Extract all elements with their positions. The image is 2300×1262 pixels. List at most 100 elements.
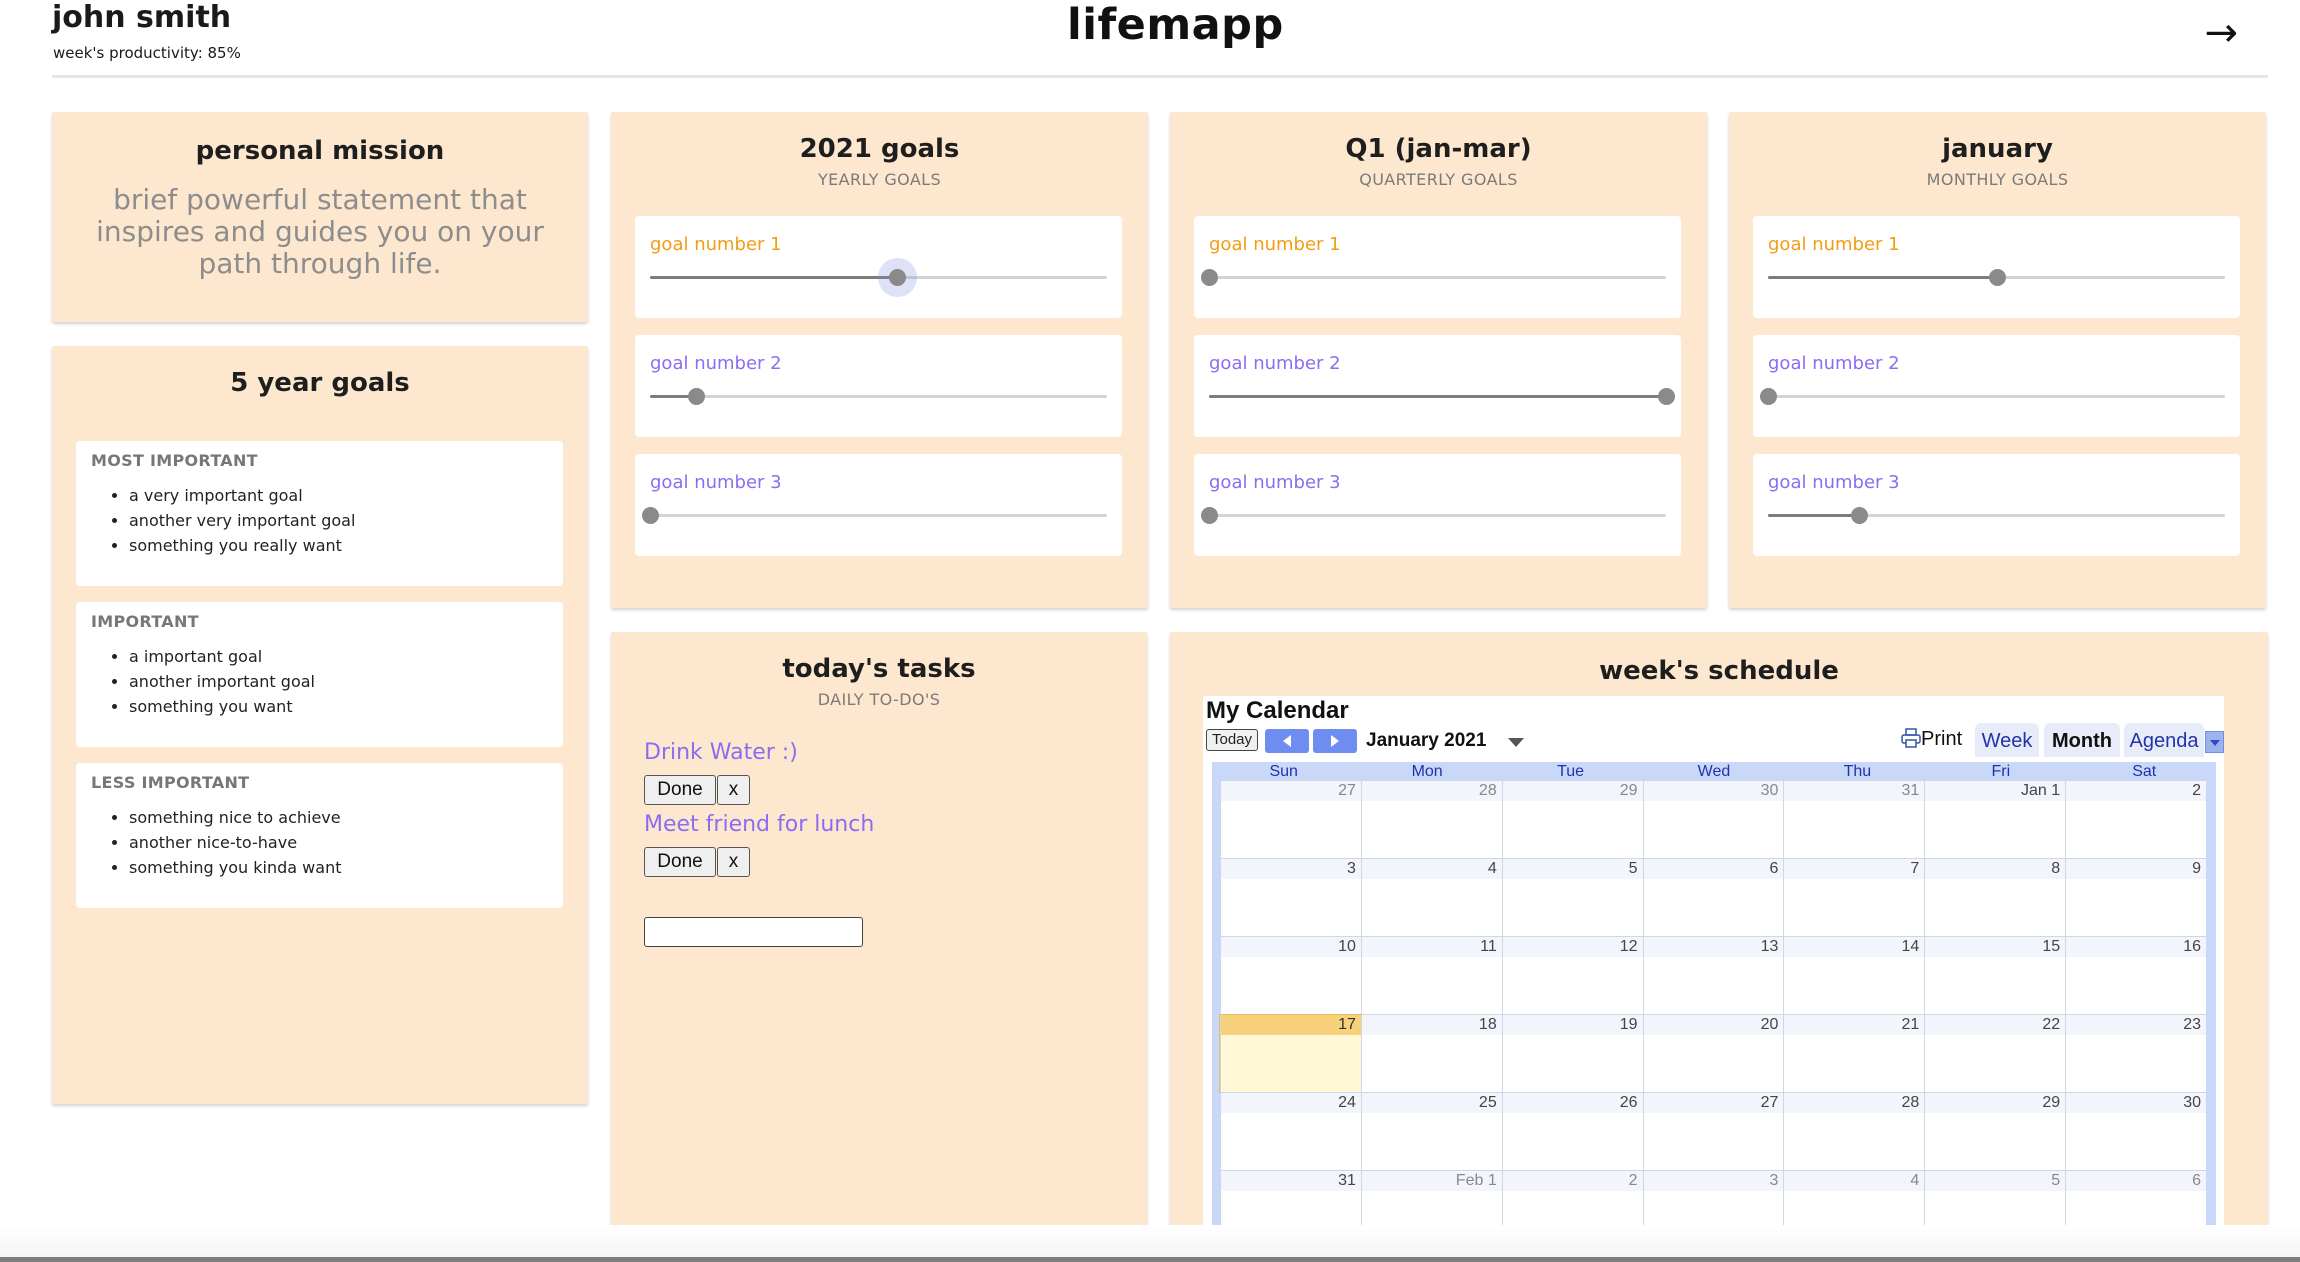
calendar-day-cell[interactable]: 20 xyxy=(1642,1015,1784,1092)
weekday-header-row: Sun Mon Tue Wed Thu Fri Sat xyxy=(1212,762,2216,780)
calendar-day-cell[interactable]: 8 xyxy=(1924,859,2066,936)
calendar-day-cell[interactable]: 27 xyxy=(1220,781,1361,858)
section-heading: LESS IMPORTANT xyxy=(91,773,250,792)
section-heading: IMPORTANT xyxy=(91,612,199,631)
list-item[interactable]: another nice-to-have xyxy=(129,833,548,852)
personal-mission-text[interactable]: brief powerful statement that inspires a… xyxy=(52,184,588,280)
goal-progress-slider[interactable] xyxy=(1201,507,1666,524)
goal-progress-slider[interactable] xyxy=(650,269,1107,286)
list-item[interactable]: something you kinda want xyxy=(129,858,548,877)
task-item-text[interactable]: Meet friend for lunch xyxy=(644,812,874,837)
calendar-day-cell[interactable]: 28 xyxy=(1360,781,1502,858)
list-item[interactable]: something you really want xyxy=(129,536,548,555)
tab-agenda[interactable]: Agenda xyxy=(2124,723,2204,757)
weekday-label: Thu xyxy=(1843,763,1872,780)
calendar-day-number: Jan 1 xyxy=(1925,781,2066,801)
calendar-day-cell[interactable]: 10 xyxy=(1220,937,1361,1014)
calendar-day-cell[interactable]: Jan 1 xyxy=(1924,781,2066,858)
calendar-day-number: 25 xyxy=(1361,1093,1502,1113)
next-month-button[interactable] xyxy=(1313,729,1357,753)
calendar-day-number: 20 xyxy=(1643,1015,1784,1035)
weekday-label: Tue xyxy=(1557,763,1585,780)
slider-thumb[interactable] xyxy=(1851,507,1869,524)
slider-thumb[interactable] xyxy=(1988,269,2006,286)
month-dropdown-icon[interactable] xyxy=(1508,738,1524,747)
calendar-week-row: 3456789 xyxy=(1220,858,2207,936)
tab-week[interactable]: Week xyxy=(1975,723,2039,757)
goal-progress-slider[interactable] xyxy=(1768,507,2225,524)
calendar-day-cell[interactable]: 11 xyxy=(1360,937,1502,1014)
remove-task-button[interactable]: x xyxy=(717,775,750,805)
task-item-text[interactable]: Drink Water :) xyxy=(644,740,798,765)
calendar-day-cell[interactable]: 4 xyxy=(1360,859,1502,936)
calendar-day-number: 3 xyxy=(1221,859,1361,879)
calendar-day-cell[interactable]: 22 xyxy=(1924,1015,2066,1092)
slider-thumb[interactable] xyxy=(1760,388,1777,405)
slider-thumb[interactable] xyxy=(642,507,659,524)
calendar-day-cell[interactable]: 23 xyxy=(2065,1015,2207,1092)
today-button[interactable]: Today xyxy=(1206,729,1258,751)
right-arrow-icon[interactable]: → xyxy=(2204,10,2238,56)
calendar-day-cell[interactable]: 5 xyxy=(1501,859,1643,936)
calendar-day-cell[interactable]: 27 xyxy=(1642,1093,1784,1170)
calendar-day-cell[interactable]: 19 xyxy=(1501,1015,1643,1092)
done-button[interactable]: Done xyxy=(644,847,716,877)
goal-progress-slider[interactable] xyxy=(650,388,1107,405)
quarterly-goals-card: Q1 (jan-mar) QUARTERLY GOALS goal number 1… xyxy=(1170,112,1707,608)
list-item[interactable]: another important goal xyxy=(129,672,548,691)
tab-month[interactable]: Month xyxy=(2044,723,2120,757)
calendar-day-cell[interactable]: 21 xyxy=(1783,1015,1925,1092)
calendar-day-cell[interactable]: 7 xyxy=(1783,859,1925,936)
calendar-day-cell[interactable]: 30 xyxy=(2065,1093,2207,1170)
calendar-day-number: 28 xyxy=(1784,1093,1925,1113)
five-year-goals-title: 5 year goals xyxy=(230,368,410,398)
calendar-day-cell[interactable]: 28 xyxy=(1783,1093,1925,1170)
calendar-day-cell[interactable]: 25 xyxy=(1360,1093,1502,1170)
goal-slider-box: goal number 2 xyxy=(635,335,1122,437)
goal-progress-slider[interactable] xyxy=(1209,388,1675,405)
list-item[interactable]: another very important goal xyxy=(129,511,548,530)
print-button[interactable]: Print xyxy=(1901,728,1962,751)
calendar-day-cell[interactable]: 29 xyxy=(1924,1093,2066,1170)
prev-month-button[interactable] xyxy=(1265,729,1309,753)
list-item[interactable]: a very important goal xyxy=(129,486,548,505)
slider-thumb[interactable] xyxy=(1201,269,1218,286)
list-item[interactable]: something nice to achieve xyxy=(129,808,548,827)
calendar-day-cell[interactable]: 26 xyxy=(1501,1093,1643,1170)
goal-label: goal number 1 xyxy=(1768,234,1900,255)
calendar-day-cell[interactable]: 24 xyxy=(1220,1093,1361,1170)
calendar-day-cell[interactable]: 31 xyxy=(1783,781,1925,858)
calendar-day-cell[interactable]: 12 xyxy=(1501,937,1643,1014)
slider-thumb[interactable] xyxy=(888,269,906,286)
calendar-day-cell[interactable]: 13 xyxy=(1642,937,1784,1014)
calendar-day-cell[interactable]: 9 xyxy=(2065,859,2207,936)
goal-progress-slider[interactable] xyxy=(1760,388,2225,405)
slider-thumb[interactable] xyxy=(1201,507,1218,524)
slider-thumb[interactable] xyxy=(687,388,705,405)
slider-thumb[interactable] xyxy=(1658,388,1675,405)
calendar-day-cell[interactable]: 16 xyxy=(2065,937,2207,1014)
calendar-options-dropdown[interactable] xyxy=(2205,731,2224,753)
calendar-day-cell[interactable]: 29 xyxy=(1501,781,1643,858)
calendar-day-cell[interactable]: 6 xyxy=(1642,859,1784,936)
personal-mission-title: personal mission xyxy=(195,136,445,166)
calendar-day-cell[interactable]: 14 xyxy=(1783,937,1925,1014)
goal-progress-slider[interactable] xyxy=(642,507,1107,524)
weekday-label: Sat xyxy=(2132,763,2157,780)
list-item[interactable]: a important goal xyxy=(129,647,548,666)
calendar-day-cell[interactable]: 30 xyxy=(1642,781,1784,858)
remove-task-button[interactable]: x xyxy=(717,847,750,877)
calendar-day-cell[interactable]: 2 xyxy=(2065,781,2207,858)
goal-progress-slider[interactable] xyxy=(1201,269,1666,286)
calendar-day-cell[interactable]: 15 xyxy=(1924,937,2066,1014)
done-button[interactable]: Done xyxy=(644,775,716,805)
calendar-day-number: 10 xyxy=(1221,937,1361,957)
calendar-day-cell[interactable]: 18 xyxy=(1360,1015,1502,1092)
calendar-day-cell[interactable]: 3 xyxy=(1220,859,1361,936)
chevron-left-icon xyxy=(1283,735,1291,747)
goal-progress-slider[interactable] xyxy=(1768,269,2225,286)
calendar-day-number: 14 xyxy=(1784,937,1925,957)
list-item[interactable]: something you want xyxy=(129,697,548,716)
calendar-day-cell[interactable]: 17 xyxy=(1219,1014,1362,1093)
new-task-input[interactable] xyxy=(644,917,863,947)
